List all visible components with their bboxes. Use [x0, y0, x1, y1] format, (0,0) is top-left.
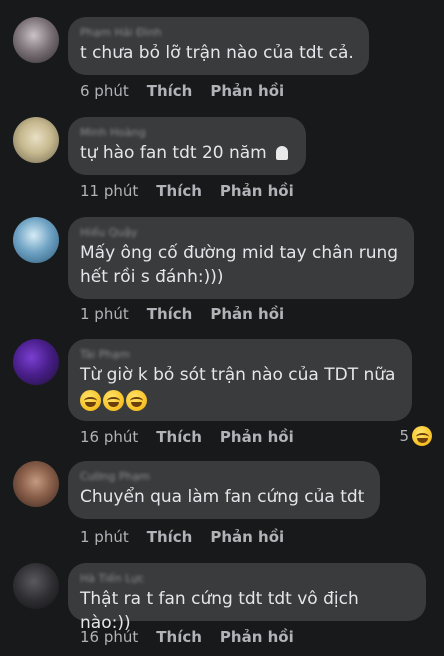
reply-button[interactable]: Phản hồi — [210, 304, 284, 324]
avatar[interactable] — [13, 217, 59, 263]
comment-time[interactable]: 11 phút — [80, 181, 138, 201]
comment-actions: 1 phút Thích Phản hồi — [80, 304, 284, 324]
grinning-squinting-face-icon — [126, 389, 147, 411]
haha-reaction-icon — [412, 426, 432, 446]
reaction-count: 5 — [399, 427, 409, 445]
comment-actions: 11 phút Thích Phản hồi — [80, 181, 294, 201]
comment-bubble: Phạm Hải Đình t chưa bỏ lỡ trận nào của … — [68, 17, 369, 75]
comment-actions: 16 phút Thích Phản hồi — [80, 627, 294, 647]
grinning-squinting-face-icon — [103, 389, 124, 411]
reply-button[interactable]: Phản hồi — [210, 527, 284, 547]
reply-button[interactable]: Phản hồi — [220, 427, 294, 447]
comment-author[interactable]: Hiếu Quậy — [80, 226, 402, 240]
comment-time[interactable]: 1 phút — [80, 527, 129, 547]
reply-button[interactable]: Phản hồi — [220, 181, 294, 201]
emoji-row — [80, 388, 400, 412]
like-button[interactable]: Thích — [156, 427, 202, 447]
comment-text: Chuyển qua làm fan cứng của tdt — [80, 487, 365, 507]
avatar[interactable] — [13, 339, 59, 385]
comment-bubble: Minh Hoàng tự hào fan tdt 20 năm — [68, 117, 306, 175]
comment-text-line: Mấy ông cố đường mid tay chân rung — [80, 243, 399, 263]
comment-actions: 1 phút Thích Phản hồi — [80, 527, 284, 547]
comment-bubble: Hà Tiến Lực Thật ra t fan cứng tdt tdt v… — [68, 563, 426, 633]
comment-actions: 6 phút Thích Phản hồi — [80, 81, 284, 101]
like-button[interactable]: Thích — [147, 81, 193, 101]
comment-text-line: hết rồi s đánh:))) — [80, 267, 224, 287]
like-button[interactable]: Thích — [147, 304, 193, 324]
comment-time[interactable]: 16 phút — [80, 627, 138, 647]
comment-author[interactable]: Tài Phạm — [80, 348, 400, 362]
comment-time[interactable]: 6 phút — [80, 81, 129, 101]
reply-button[interactable]: Phản hồi — [220, 627, 294, 647]
reaction-summary[interactable]: 5 — [399, 426, 432, 446]
comment-time[interactable]: 1 phút — [80, 304, 129, 324]
comment-bubble: Hiếu Quậy Mấy ông cố đường mid tay chân … — [68, 217, 414, 299]
like-button[interactable]: Thích — [156, 181, 202, 201]
comment-bubble: Tài Phạm Từ giờ k bỏ sót trận nào của TD… — [68, 339, 412, 421]
avatar[interactable] — [13, 17, 59, 63]
comment-text: tự hào fan tdt 20 năm — [80, 141, 294, 165]
reply-button[interactable]: Phản hồi — [210, 81, 284, 101]
comment-author[interactable]: Phạm Hải Đình — [80, 26, 357, 40]
comment-bubble: Cường Phạm Chuyển qua làm fan cứng của t… — [68, 461, 380, 519]
like-button[interactable]: Thích — [156, 627, 202, 647]
comment-text: Từ giờ k bỏ sót trận nào của TDT nữa — [80, 363, 400, 412]
comment-actions: 16 phút Thích Phản hồi — [80, 427, 294, 447]
comment-time[interactable]: 16 phút — [80, 427, 138, 447]
comment-text-line: Từ giờ k bỏ sót trận nào của TDT nữa — [80, 365, 396, 385]
avatar[interactable] — [13, 461, 59, 507]
avatar[interactable] — [13, 563, 59, 609]
comment-text: Mấy ông cố đường mid tay chân rung hết r… — [80, 241, 402, 289]
ghost-emoji-icon — [276, 146, 289, 160]
comment-author[interactable]: Minh Hoàng — [80, 126, 294, 140]
comment-text: t chưa bỏ lỡ trận nào của tdt cả. — [80, 43, 354, 63]
grinning-squinting-face-icon — [80, 389, 101, 411]
avatar[interactable] — [13, 117, 59, 163]
comment-author[interactable]: Hà Tiến Lực — [80, 572, 414, 586]
comment-author[interactable]: Cường Phạm — [80, 470, 368, 484]
comment-text-content: tự hào fan tdt 20 năm — [80, 143, 267, 163]
like-button[interactable]: Thích — [147, 527, 193, 547]
